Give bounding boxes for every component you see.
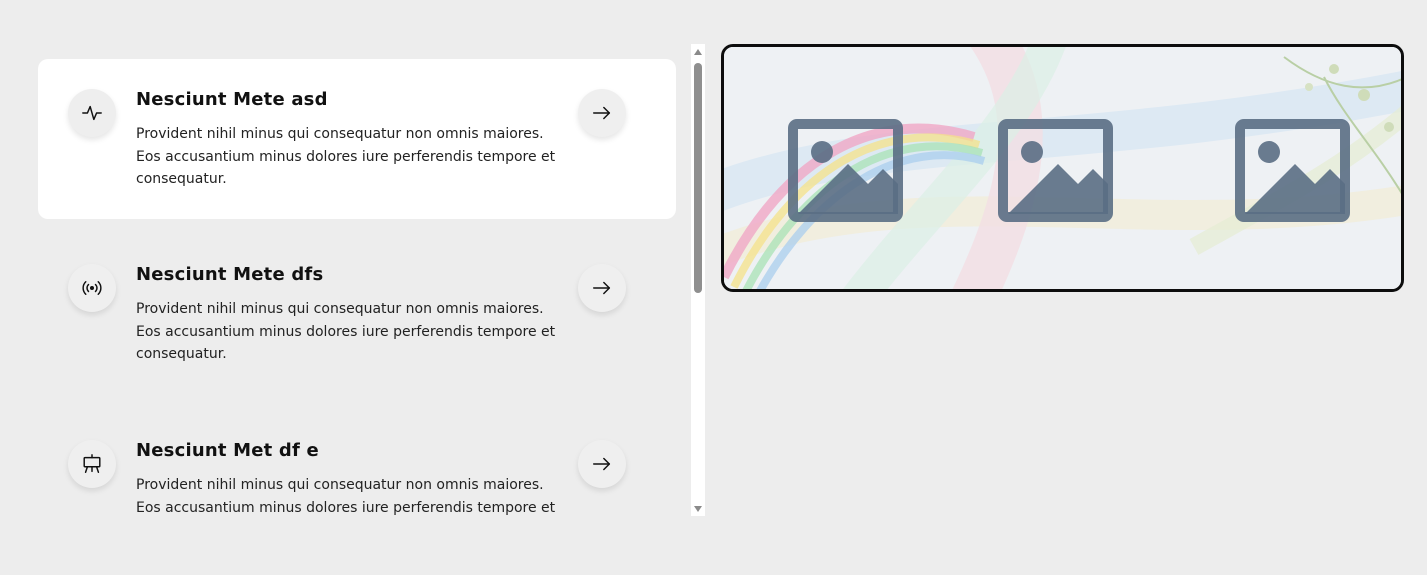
image-placeholder-icon: [1235, 119, 1350, 222]
feature-title: Nesciunt Mete dfs: [136, 264, 324, 285]
easel-icon-circle: [68, 440, 116, 488]
feature-card-2[interactable]: Nesciunt Mete dfs Provident nihil minus …: [38, 234, 676, 394]
activity-icon-circle: [68, 89, 116, 137]
feature-title: Nesciunt Met df e: [136, 440, 319, 461]
feature-list: Nesciunt Mete asd Provident nihil minus …: [38, 44, 690, 516]
feature-arrow-button[interactable]: [578, 264, 626, 312]
feature-list-scrollbar[interactable]: [691, 44, 705, 516]
image-preview-panel: [721, 44, 1404, 292]
activity-icon: [82, 105, 102, 121]
feature-description: Provident nihil minus qui consequatur no…: [136, 126, 556, 187]
broadcast-icon-circle: [68, 264, 116, 312]
feature-title: Nesciunt Mete asd: [136, 89, 328, 110]
feature-arrow-button[interactable]: [578, 440, 626, 488]
scroll-down-arrow-icon[interactable]: [694, 506, 702, 512]
image-placeholder-icon: [788, 119, 903, 222]
feature-arrow-button[interactable]: [578, 89, 626, 137]
feature-card-1[interactable]: Nesciunt Mete asd Provident nihil minus …: [38, 59, 676, 219]
scrollbar-thumb[interactable]: [694, 63, 702, 293]
scroll-up-arrow-icon[interactable]: [694, 49, 702, 55]
feature-description: Provident nihil minus qui consequatur no…: [136, 477, 556, 516]
easel-icon: [83, 454, 101, 473]
arrow-right-icon: [593, 106, 611, 120]
broadcast-icon: [82, 281, 102, 295]
image-placeholder-icon: [998, 119, 1113, 222]
arrow-right-icon: [593, 457, 611, 471]
feature-card-3[interactable]: Nesciunt Met df e Provident nihil minus …: [38, 410, 676, 516]
feature-description: Provident nihil minus qui consequatur no…: [136, 301, 556, 362]
arrow-right-icon: [593, 281, 611, 295]
